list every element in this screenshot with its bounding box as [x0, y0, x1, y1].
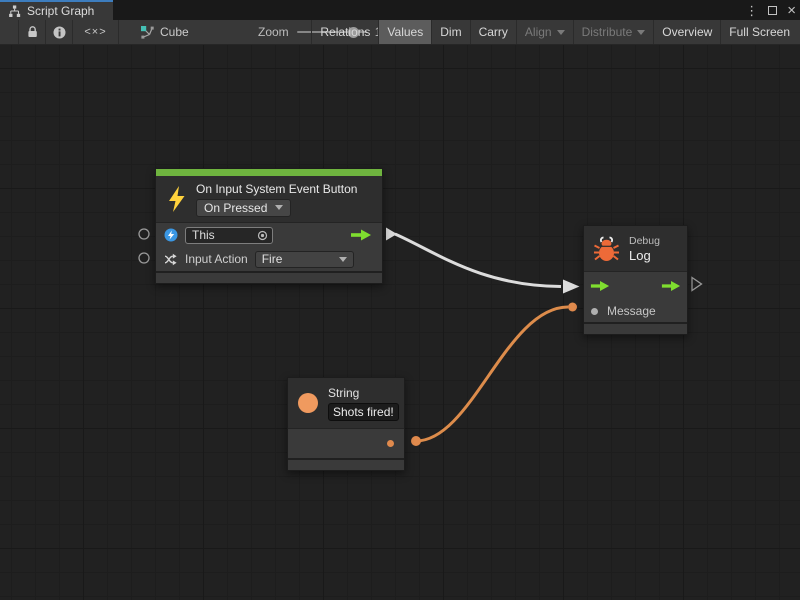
- chevron-down-icon: [339, 257, 347, 262]
- zoom-label: Zoom: [258, 25, 289, 39]
- string-type-icon: [298, 393, 318, 413]
- event-row-input-action: Input Action Fire: [156, 247, 382, 271]
- graph-name-label: Cube: [160, 25, 189, 39]
- unity-visual-scripting-window: Script Graph ⋮ ×: [0, 0, 800, 600]
- chevron-down-icon: [637, 30, 645, 35]
- string-output-row: [288, 429, 404, 458]
- debug-flow-row: [584, 272, 687, 300]
- string-value-field[interactable]: Shots fired!: [328, 403, 399, 421]
- overview-button[interactable]: Overview: [653, 20, 720, 44]
- node-debug-log[interactable]: Debug Log Message: [583, 225, 688, 335]
- code-brackets-icon: <×>: [84, 26, 106, 38]
- flow-input-arrow-icon[interactable]: [590, 280, 610, 292]
- graph-breadcrumb[interactable]: Cube: [140, 20, 189, 44]
- input-action-label: Input Action: [185, 252, 248, 266]
- graph-hierarchy-icon: [8, 5, 21, 18]
- node-footer: [584, 324, 687, 334]
- input-action-shuffle-icon: [164, 253, 178, 266]
- full-screen-button[interactable]: Full Screen: [720, 20, 798, 44]
- message-label: Message: [607, 304, 656, 318]
- relations-button[interactable]: Relations: [311, 20, 378, 44]
- tab-script-graph[interactable]: Script Graph: [0, 0, 113, 20]
- node-on-input-system-event-button[interactable]: On Input System Event Button On Pressed …: [155, 168, 383, 284]
- info-icon: [53, 26, 66, 39]
- string-value-port-dot[interactable]: [387, 440, 394, 447]
- lock-button[interactable]: [18, 20, 46, 44]
- node-footer: [288, 460, 404, 470]
- node-title: String: [328, 386, 399, 400]
- title-bar: Script Graph ⋮ ×: [0, 0, 800, 20]
- code-preview-toggle[interactable]: <×>: [73, 20, 119, 44]
- node-title: Log: [629, 248, 660, 263]
- graph-toolbar: <×> Cube Zoom 1x Relations Values: [0, 20, 800, 45]
- node-string-literal[interactable]: String Shots fired!: [287, 377, 405, 471]
- input-action-dropdown[interactable]: Fire: [255, 251, 354, 268]
- message-port-dot[interactable]: [591, 308, 598, 315]
- window-maximize-icon[interactable]: [768, 6, 777, 15]
- dim-button[interactable]: Dim: [431, 20, 469, 44]
- node-footer: [156, 273, 382, 283]
- event-node-accent-bar: [156, 169, 382, 176]
- gameobject-bolt-icon: [164, 228, 178, 242]
- this-object-field[interactable]: This: [185, 227, 273, 244]
- node-title: On Input System Event Button: [196, 182, 357, 196]
- flow-output-arrow-icon[interactable]: [350, 229, 372, 241]
- toolbar-button-group: Relations Values Dim Carry Align Distrib…: [311, 20, 798, 44]
- carry-button[interactable]: Carry: [470, 20, 516, 44]
- node-category: Debug: [629, 235, 660, 247]
- lightning-bolt-icon: [166, 185, 187, 213]
- info-button[interactable]: [46, 20, 73, 44]
- align-dropdown-button[interactable]: Align: [516, 20, 573, 44]
- window-menu-icon[interactable]: ⋮: [745, 4, 758, 17]
- window-close-icon[interactable]: ×: [787, 3, 796, 18]
- object-picker-target-icon[interactable]: [257, 230, 268, 241]
- debug-bug-icon: [593, 236, 620, 262]
- values-button[interactable]: Values: [378, 20, 431, 44]
- chevron-down-icon: [557, 30, 565, 35]
- debug-message-row: Message: [584, 300, 687, 322]
- lock-icon: [27, 26, 38, 38]
- script-graph-asset-icon: [140, 25, 154, 39]
- event-row-this: This: [156, 223, 382, 247]
- on-pressed-dropdown[interactable]: On Pressed: [196, 199, 291, 217]
- chevron-down-icon: [275, 205, 283, 210]
- distribute-dropdown-button[interactable]: Distribute: [573, 20, 654, 44]
- flow-output-arrow-icon[interactable]: [661, 280, 681, 292]
- tab-title: Script Graph: [27, 4, 94, 18]
